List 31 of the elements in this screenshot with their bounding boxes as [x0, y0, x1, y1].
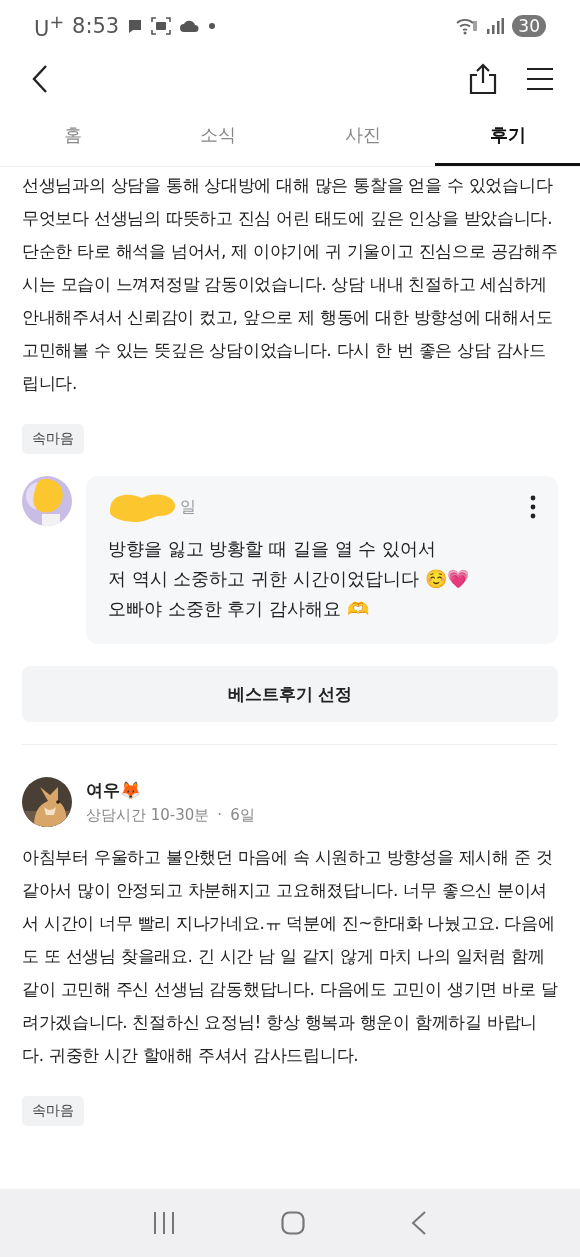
more-icon[interactable]: [530, 495, 536, 519]
review-text: 아침부터 우울하고 불안했던 마음에 속 시원하고 방향성을 제시해 준 것 같아서 많이 안정되고 차분해지고 고요해졌답니다. 너무 좋으신 분이셔서 시간이 너무 빨리 지나가네요.ㅠ 덕분에 진~한대화 나눴고요. 다음에도 또 선생님 찾을래요. 긴 시간 남 일 같지 않게 마치 나의 일처럼 함께 같이 고민해 주신 선생님 감동했답니다. 다음에도 고민이 생기면 바로 달려가겠습니다. 친절하신 요정님! 항상 행복과 행운이 함께하길 바랍니다. 귀중한 시간 할애해 주셔서 감사드립니다.: [22, 846, 558, 1067]
tab[interactable]: 소식: [145, 106, 290, 166]
reply-text: 오빠야 소중한 후기 감사해요 🫶: [108, 597, 370, 621]
reviewer-name: 여우🦊: [86, 779, 142, 802]
reply-text: 저 역시 소중하고 귀한 시간이었답니다 ☺💗: [108, 567, 470, 591]
chat-notification-icon: [127, 18, 144, 34]
tab[interactable]: 홈: [0, 106, 145, 166]
menu-icon[interactable]: [526, 67, 554, 91]
wifi-icon: [456, 17, 479, 35]
recent-apps-icon[interactable]: [153, 1211, 175, 1235]
tab[interactable]: 후기: [435, 106, 580, 166]
dot-icon: [209, 23, 216, 29]
signal-icon: [486, 18, 505, 34]
session-time: 상담시간 10-30분: [86, 806, 210, 825]
reply-date: 일: [180, 496, 196, 518]
review-text: 선생님과의 상담을 통해 상대방에 대해 많은 통찰을 얻을 수 있었습니다 무엇보다 선생님의 따뜻하고 진심 어린 태도에 깊은 인상을 받았습니다. 단순한 타로 해석을 넘어서, 제 이야기에 귀 기울이고 진심으로 공감해주시는 모습이 느껴져정말 감동이었습니다. 상담 내내 친절하고 세심하게 안내해주셔서 신뢰감이 컸고, 앞으로 제 행동에 대한 방향성에 대해서도 고민해볼 수 있는 뜻깊은 상담이었습니다. 다시 한 번 좋은 상담 감사드립니다.: [22, 174, 558, 395]
review-tag: 속마음: [22, 1096, 84, 1126]
battery-level: 30: [512, 15, 546, 37]
screenshot-icon: [151, 17, 172, 35]
separator-dot: ·: [217, 806, 223, 825]
tab[interactable]: 사진: [290, 106, 435, 166]
clock-time: 8:53: [72, 14, 120, 38]
best-review-button[interactable]: 베스트후기 선정: [22, 666, 558, 722]
reply-text: 방향을 잃고 방황할 때 길을 열 수 있어서: [108, 537, 438, 561]
back-icon[interactable]: [30, 64, 50, 94]
home-icon[interactable]: [281, 1211, 305, 1235]
share-icon[interactable]: [468, 63, 498, 95]
review-tag: 속마음: [22, 424, 84, 454]
carrier-text: U$^{+}$: [34, 11, 65, 41]
review-date: 6일: [230, 806, 255, 825]
